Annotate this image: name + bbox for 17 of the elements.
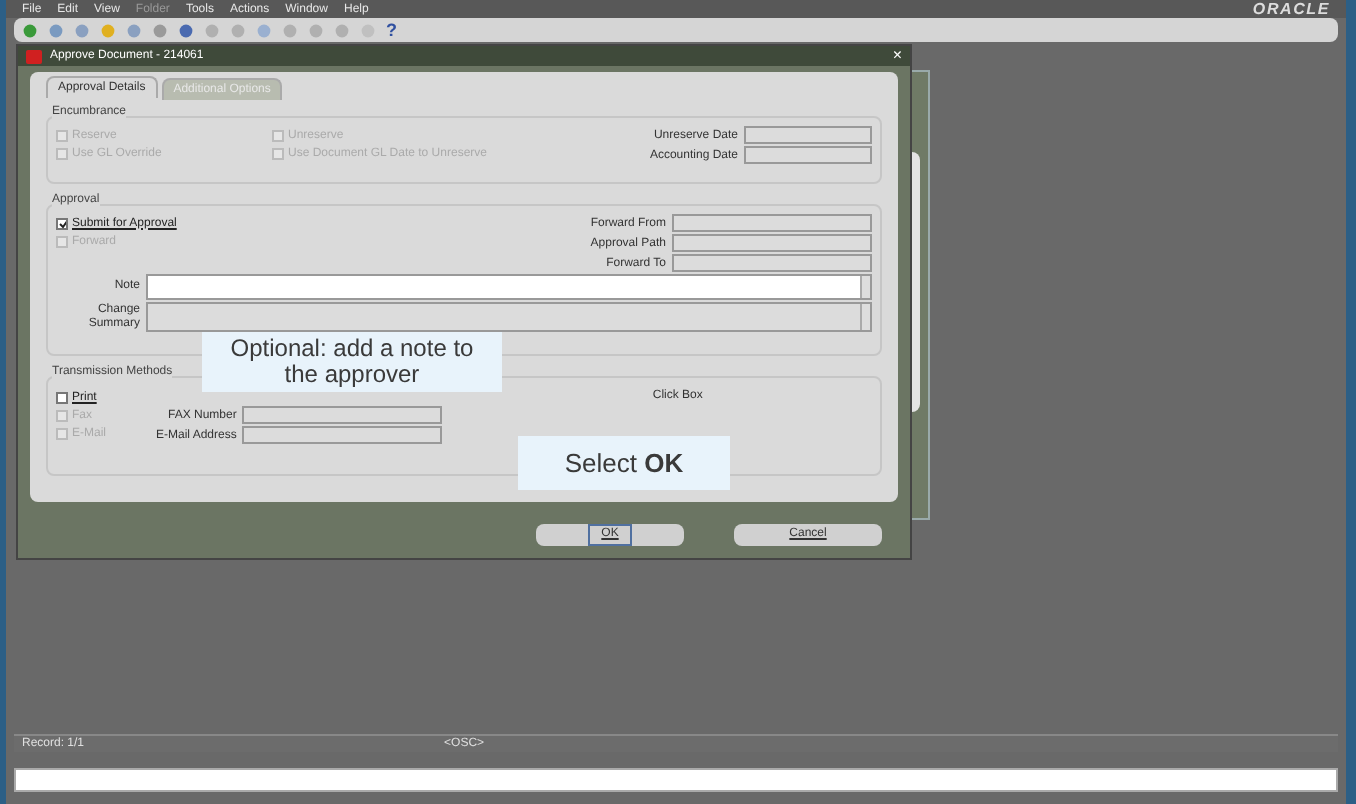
input-field[interactable] [672,234,872,252]
input-field[interactable] [744,146,872,164]
checkbox[interactable] [56,391,68,403]
callout: Select OK [518,436,730,490]
help-icon[interactable]: ? [386,21,397,39]
note-field[interactable] [146,274,872,300]
input-field[interactable] [242,406,443,424]
summary-field[interactable] [146,302,872,332]
input-field[interactable] [672,214,872,232]
callout: Optional: add a note to the approver [202,332,502,392]
app-icon [26,49,42,63]
checkbox[interactable] [56,217,68,229]
input-field[interactable] [242,426,443,444]
oracle-logo: ORACLE [1252,1,1330,17]
close-button[interactable]: × [892,48,902,64]
input-field[interactable] [744,126,872,144]
input-field[interactable] [672,254,872,272]
